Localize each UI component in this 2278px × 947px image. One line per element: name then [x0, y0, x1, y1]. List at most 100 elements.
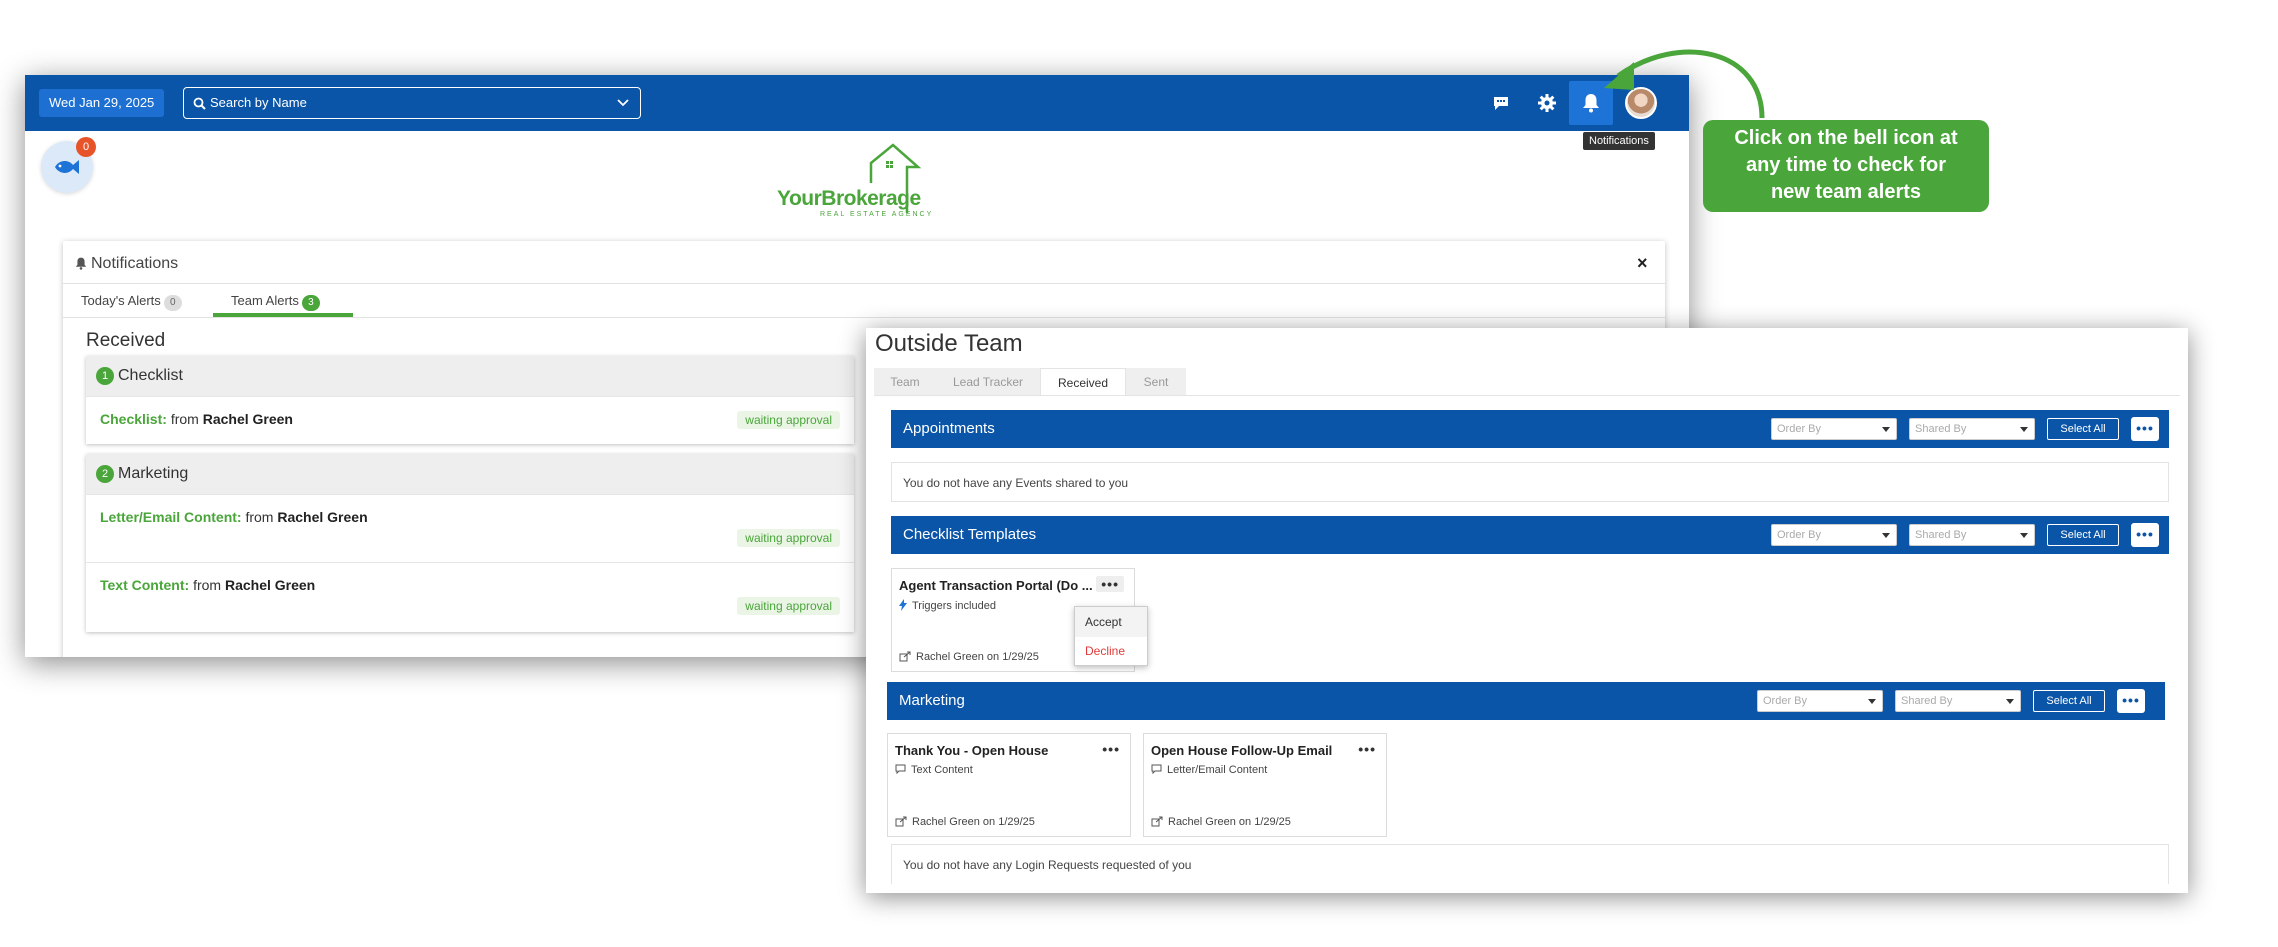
fish-badge-count: 0: [76, 137, 96, 157]
group-header: 1 Checklist: [86, 356, 854, 396]
card-title: Open House Follow-Up Email: [1151, 743, 1333, 758]
alert-row[interactable]: Checklist: from Rachel Green waiting app…: [86, 396, 854, 444]
tab-received[interactable]: Received: [1040, 368, 1126, 396]
alert-sender: Rachel Green: [224, 577, 316, 593]
card-subtitle: Letter/Email Content: [1151, 764, 1267, 776]
select-all-button[interactable]: Select All: [2047, 418, 2119, 440]
close-icon[interactable]: ×: [1637, 253, 1648, 274]
tab-team-alerts[interactable]: Team Alerts 3: [231, 293, 320, 311]
tab-sent[interactable]: Sent: [1126, 368, 1186, 396]
shared-by-select[interactable]: Shared By: [1895, 690, 2021, 712]
alert-text: Text Content: from Rachel Green: [100, 577, 315, 593]
callout-box: Click on the bell icon at any time to ch…: [1703, 120, 1989, 212]
section-bar-marketing: Marketing Order By Shared By Select All …: [887, 682, 2165, 720]
caret-down-icon: [2006, 699, 2014, 704]
notifications-title: Notifications: [91, 255, 179, 272]
card-more-button[interactable]: •••: [1102, 741, 1120, 757]
group-title: Marketing: [118, 465, 189, 482]
shared-by-select[interactable]: Shared By: [1909, 524, 2035, 546]
card-footer: Rachel Green on 1/29/25: [895, 816, 1035, 828]
order-by-select[interactable]: Order By: [1757, 690, 1883, 712]
search-placeholder: Search by Name: [210, 95, 307, 110]
empty-state-events: You do not have any Events shared to you: [891, 462, 2169, 502]
card-footer-text: Rachel Green on 1/29/25: [1168, 816, 1291, 828]
caret-down-icon: [1882, 533, 1890, 538]
more-options-button[interactable]: •••: [2131, 417, 2159, 441]
chat-icon[interactable]: [1483, 85, 1519, 121]
search-input[interactable]: Search by Name: [183, 87, 641, 119]
card-title: Thank You - Open House: [895, 743, 1049, 758]
select-all-button[interactable]: Select All: [2033, 690, 2105, 712]
caret-down-icon: [1868, 699, 1876, 704]
gear-icon[interactable]: [1529, 85, 1565, 121]
more-options-button[interactable]: •••: [2131, 523, 2159, 547]
select-value: Order By: [1777, 529, 1822, 541]
decline-menu-item[interactable]: Decline: [1075, 637, 1147, 665]
brokerage-logo-subtitle: REAL ESTATE AGENCY: [820, 211, 934, 218]
select-value: Shared By: [1915, 529, 1967, 541]
shared-by-select[interactable]: Shared By: [1909, 418, 2035, 440]
outside-team-window: Outside Team Team Lead Tracker Received …: [866, 328, 2188, 893]
alert-from: from: [170, 411, 199, 427]
received-heading: Received: [86, 330, 166, 351]
alert-text: Checklist: from Rachel Green: [100, 411, 293, 427]
card-more-button[interactable]: •••: [1096, 576, 1124, 592]
tab-lead-tracker[interactable]: Lead Tracker: [936, 368, 1040, 396]
callout-line: any time to check for: [1745, 154, 1947, 176]
card-subtitle-text: Letter/Email Content: [1167, 764, 1268, 776]
alert-row[interactable]: Letter/Email Content: from Rachel Green …: [86, 494, 854, 562]
notifications-tooltip: Notifications: [1583, 132, 1655, 150]
more-options-button[interactable]: •••: [2117, 689, 2145, 713]
search-icon: [193, 97, 206, 110]
bell-icon: [75, 257, 87, 270]
card-subtitle-text: Text Content: [911, 764, 973, 776]
caret-down-icon: [1882, 427, 1890, 432]
alert-kind: Letter/Email Content:: [100, 509, 242, 525]
chat-icon: [895, 764, 906, 775]
date-button[interactable]: Wed Jan 29, 2025: [39, 89, 165, 117]
card-footer-text: Rachel Green on 1/29/25: [912, 816, 1035, 828]
caret-down-icon: [2020, 427, 2028, 432]
section-title: Marketing: [899, 692, 965, 709]
count-badge: 0: [163, 295, 182, 311]
top-navbar: Wed Jan 29, 2025 Search by Name: [25, 75, 1689, 131]
card-subtitle: Triggers included: [899, 599, 996, 612]
marketing-item-card[interactable]: Thank You - Open House Text Content Rach…: [887, 733, 1131, 837]
chevron-down-icon[interactable]: [616, 97, 630, 109]
card-title: Agent Transaction Portal (Do ...: [899, 578, 1093, 593]
alert-sender: Rachel Green: [202, 411, 293, 427]
order-by-select[interactable]: Order By: [1771, 418, 1897, 440]
section-bar-checklist-templates: Checklist Templates Order By Shared By S…: [891, 516, 2169, 554]
alert-text: Letter/Email Content: from Rachel Green: [100, 509, 368, 525]
fish-icon: [55, 160, 79, 174]
select-all-button[interactable]: Select All: [2047, 524, 2119, 546]
empty-state-login-requests: You do not have any Login Requests reque…: [891, 844, 2169, 884]
divider: [63, 317, 1665, 318]
alert-kind: Text Content:: [100, 577, 190, 593]
select-value: Order By: [1763, 695, 1808, 707]
alert-from: from: [193, 577, 222, 593]
tab-team[interactable]: Team: [874, 368, 936, 396]
card-footer: Rachel Green on 1/29/25: [899, 651, 1039, 663]
group-number-badge: 2: [96, 465, 114, 483]
tab-label: Today's Alerts: [81, 293, 161, 308]
section-bar-appointments: Appointments Order By Shared By Select A…: [891, 410, 2169, 448]
brokerage-logo-text: YourBrokerage: [777, 187, 921, 210]
tab-todays-alerts[interactable]: Today's Alerts 0: [81, 293, 182, 311]
group-header: 2 Marketing: [86, 454, 854, 494]
order-by-select[interactable]: Order By: [1771, 524, 1897, 546]
select-value: Shared By: [1915, 423, 1967, 435]
callout-arrow-icon: [1604, 49, 1765, 119]
card-more-button[interactable]: •••: [1358, 741, 1376, 757]
status-badge: waiting approval: [737, 411, 840, 429]
section-title: Checklist Templates: [903, 526, 1037, 543]
page-title: Outside Team: [875, 330, 1023, 357]
status-badge: waiting approval: [737, 597, 840, 615]
share-icon: [895, 816, 907, 827]
share-icon: [1151, 816, 1163, 827]
tab-label: Team Alerts: [231, 293, 299, 308]
accept-menu-item[interactable]: Accept: [1075, 607, 1147, 637]
marketing-item-card[interactable]: Open House Follow-Up Email Letter/Email …: [1143, 733, 1387, 837]
alert-row[interactable]: Text Content: from Rachel Green waiting …: [86, 562, 854, 632]
select-value: Shared By: [1901, 695, 1953, 707]
